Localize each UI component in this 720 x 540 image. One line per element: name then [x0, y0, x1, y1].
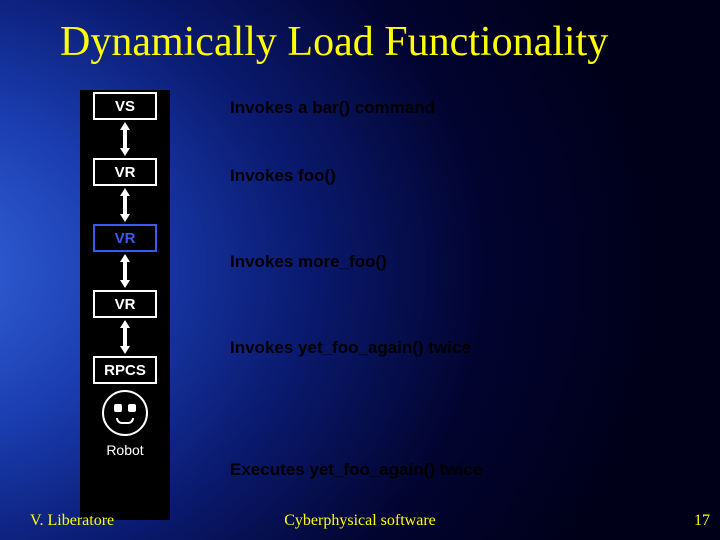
annotation: Invokes yet_foo_again() twice — [230, 338, 471, 358]
robot-block: Robot — [102, 390, 148, 458]
node-vr: VR — [93, 290, 157, 318]
footer-title: Cyberphysical software — [0, 512, 720, 530]
double-arrow-icon — [116, 186, 134, 224]
annotation: Invokes a bar() command — [230, 98, 435, 118]
slide-title: Dynamically Load Functionality — [60, 18, 608, 66]
node-vs: VS — [93, 92, 157, 120]
double-arrow-icon — [116, 120, 134, 158]
double-arrow-icon — [116, 318, 134, 356]
diagram-column: VS VR VR VR RPCS Robot — [80, 90, 170, 520]
node-rpcs: RPCS — [93, 356, 157, 384]
robot-icon — [102, 390, 148, 436]
node-vr: VR — [93, 158, 157, 186]
double-arrow-icon — [116, 252, 134, 290]
robot-label: Robot — [106, 442, 143, 458]
annotation: Executes yet_foo_again() twice — [230, 460, 482, 480]
node-vr-highlight: VR — [93, 224, 157, 252]
footer-page-number: 17 — [694, 512, 710, 530]
annotation: Invokes more_foo() — [230, 252, 387, 272]
annotation: Invokes foo() — [230, 166, 336, 186]
